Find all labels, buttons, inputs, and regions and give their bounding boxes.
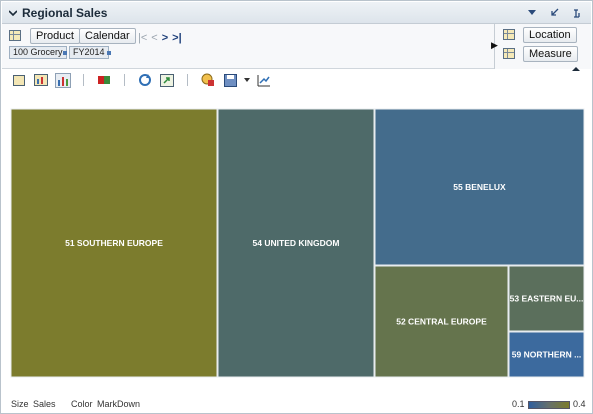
toolbar-separator <box>187 74 188 86</box>
detach-icon[interactable] <box>569 5 583 21</box>
color-legend-value: MarkDown <box>97 399 141 409</box>
location-dimension[interactable]: Location <box>523 27 577 43</box>
filter-separator-icon <box>63 51 67 55</box>
treemap-cell-central-europe[interactable]: 52 CENTRAL EUROPE <box>374 265 509 378</box>
chart-view-icon[interactable] <box>55 72 71 88</box>
calendar-dimension[interactable]: Calendar <box>79 28 136 44</box>
format-icon[interactable] <box>256 73 272 88</box>
treemap-cell-southern-europe[interactable]: 51 SOUTHERN EUROPE <box>10 108 218 378</box>
scale-min-label: 0.1 <box>512 399 525 409</box>
first-page-icon[interactable]: |< <box>138 32 147 44</box>
panel-title-bar: Regional Sales <box>2 2 591 24</box>
measure-dimension[interactable]: Measure <box>523 46 578 62</box>
export-icon[interactable] <box>159 73 175 88</box>
product-dimension[interactable]: Product <box>30 28 80 44</box>
filter-chip-grocery[interactable]: 100 Grocery <box>9 46 67 59</box>
treemap-chart: 51 SOUTHERN EUROPE 54 UNITED KINGDOM 55 BE… <box>2 91 591 399</box>
chart-table-view-icon[interactable] <box>33 73 49 88</box>
dropdown-icon[interactable] <box>525 5 539 21</box>
view-toolbar <box>2 70 591 90</box>
filter-chip-fy2014[interactable]: FY2014 <box>69 46 109 59</box>
last-page-icon[interactable]: >| <box>172 32 182 44</box>
treemap-cell-label: 52 CENTRAL EUROPE <box>396 317 487 327</box>
collapse-pivot-icon[interactable] <box>570 63 582 71</box>
color-bar-icon[interactable] <box>96 73 112 88</box>
toolbar-separator <box>124 74 125 86</box>
treemap-cell-label: 53 EASTERN EU... <box>510 294 584 304</box>
treemap-cell-eastern-europe[interactable]: 53 EASTERN EU... <box>508 265 585 332</box>
table-view-icon[interactable] <box>11 73 27 88</box>
collapse-icon[interactable] <box>6 2 20 24</box>
chart-legend: Size Sales Color MarkDown 0.1 0.4 <box>2 399 591 413</box>
measure-grid-icon <box>503 48 515 59</box>
treemap-svg: 51 SOUTHERN EUROPE 54 UNITED KINGDOM 55 BE… <box>10 108 585 378</box>
treemap-cell-label: 54 UNITED KINGDOM <box>253 238 340 248</box>
next-page-icon[interactable]: > <box>162 32 168 44</box>
splitter-icon[interactable]: ▶ <box>491 40 498 51</box>
color-legend-label: Color <box>71 399 93 409</box>
treemap-cell-label: 55 BENELUX <box>453 182 506 192</box>
save-icon[interactable] <box>222 73 238 88</box>
rows-grid-icon <box>9 30 21 41</box>
title-tools <box>525 5 583 21</box>
options-icon[interactable] <box>200 73 216 88</box>
treemap-cell-benelux[interactable]: 55 BENELUX <box>374 108 585 266</box>
pivot-area: Product Calendar |< < > >| 100 Grocery F… <box>2 24 591 71</box>
save-dropdown-icon[interactable] <box>244 73 250 88</box>
size-legend-value: Sales <box>33 399 56 409</box>
filter-end-icon <box>107 51 111 55</box>
treemap-cell-united-kingdom[interactable]: 54 UNITED KINGDOM <box>217 108 375 378</box>
columns-pivot: ▶ Location Measure <box>491 24 591 71</box>
treemap-cell-northern-europe[interactable]: 59 NORTHERN ... <box>508 331 585 378</box>
treemap-cell-label: 59 NORTHERN ... <box>512 350 581 360</box>
refresh-icon[interactable] <box>137 73 153 88</box>
size-legend-label: Size <box>11 399 29 409</box>
regional-sales-panel: Regional Sales Product Calendar |< < > >… <box>0 0 593 414</box>
treemap-cell-label: 51 SOUTHERN EUROPE <box>65 238 163 248</box>
minimize-icon[interactable] <box>547 5 561 21</box>
columns-grid-icon <box>503 29 515 40</box>
scale-max-label: 0.4 <box>573 399 586 409</box>
page-navigation: |< < > >| <box>138 32 182 44</box>
color-scale-bar <box>528 401 570 409</box>
prev-page-icon[interactable]: < <box>151 32 157 44</box>
toolbar-separator <box>83 74 84 86</box>
panel-title: Regional Sales <box>22 5 108 20</box>
